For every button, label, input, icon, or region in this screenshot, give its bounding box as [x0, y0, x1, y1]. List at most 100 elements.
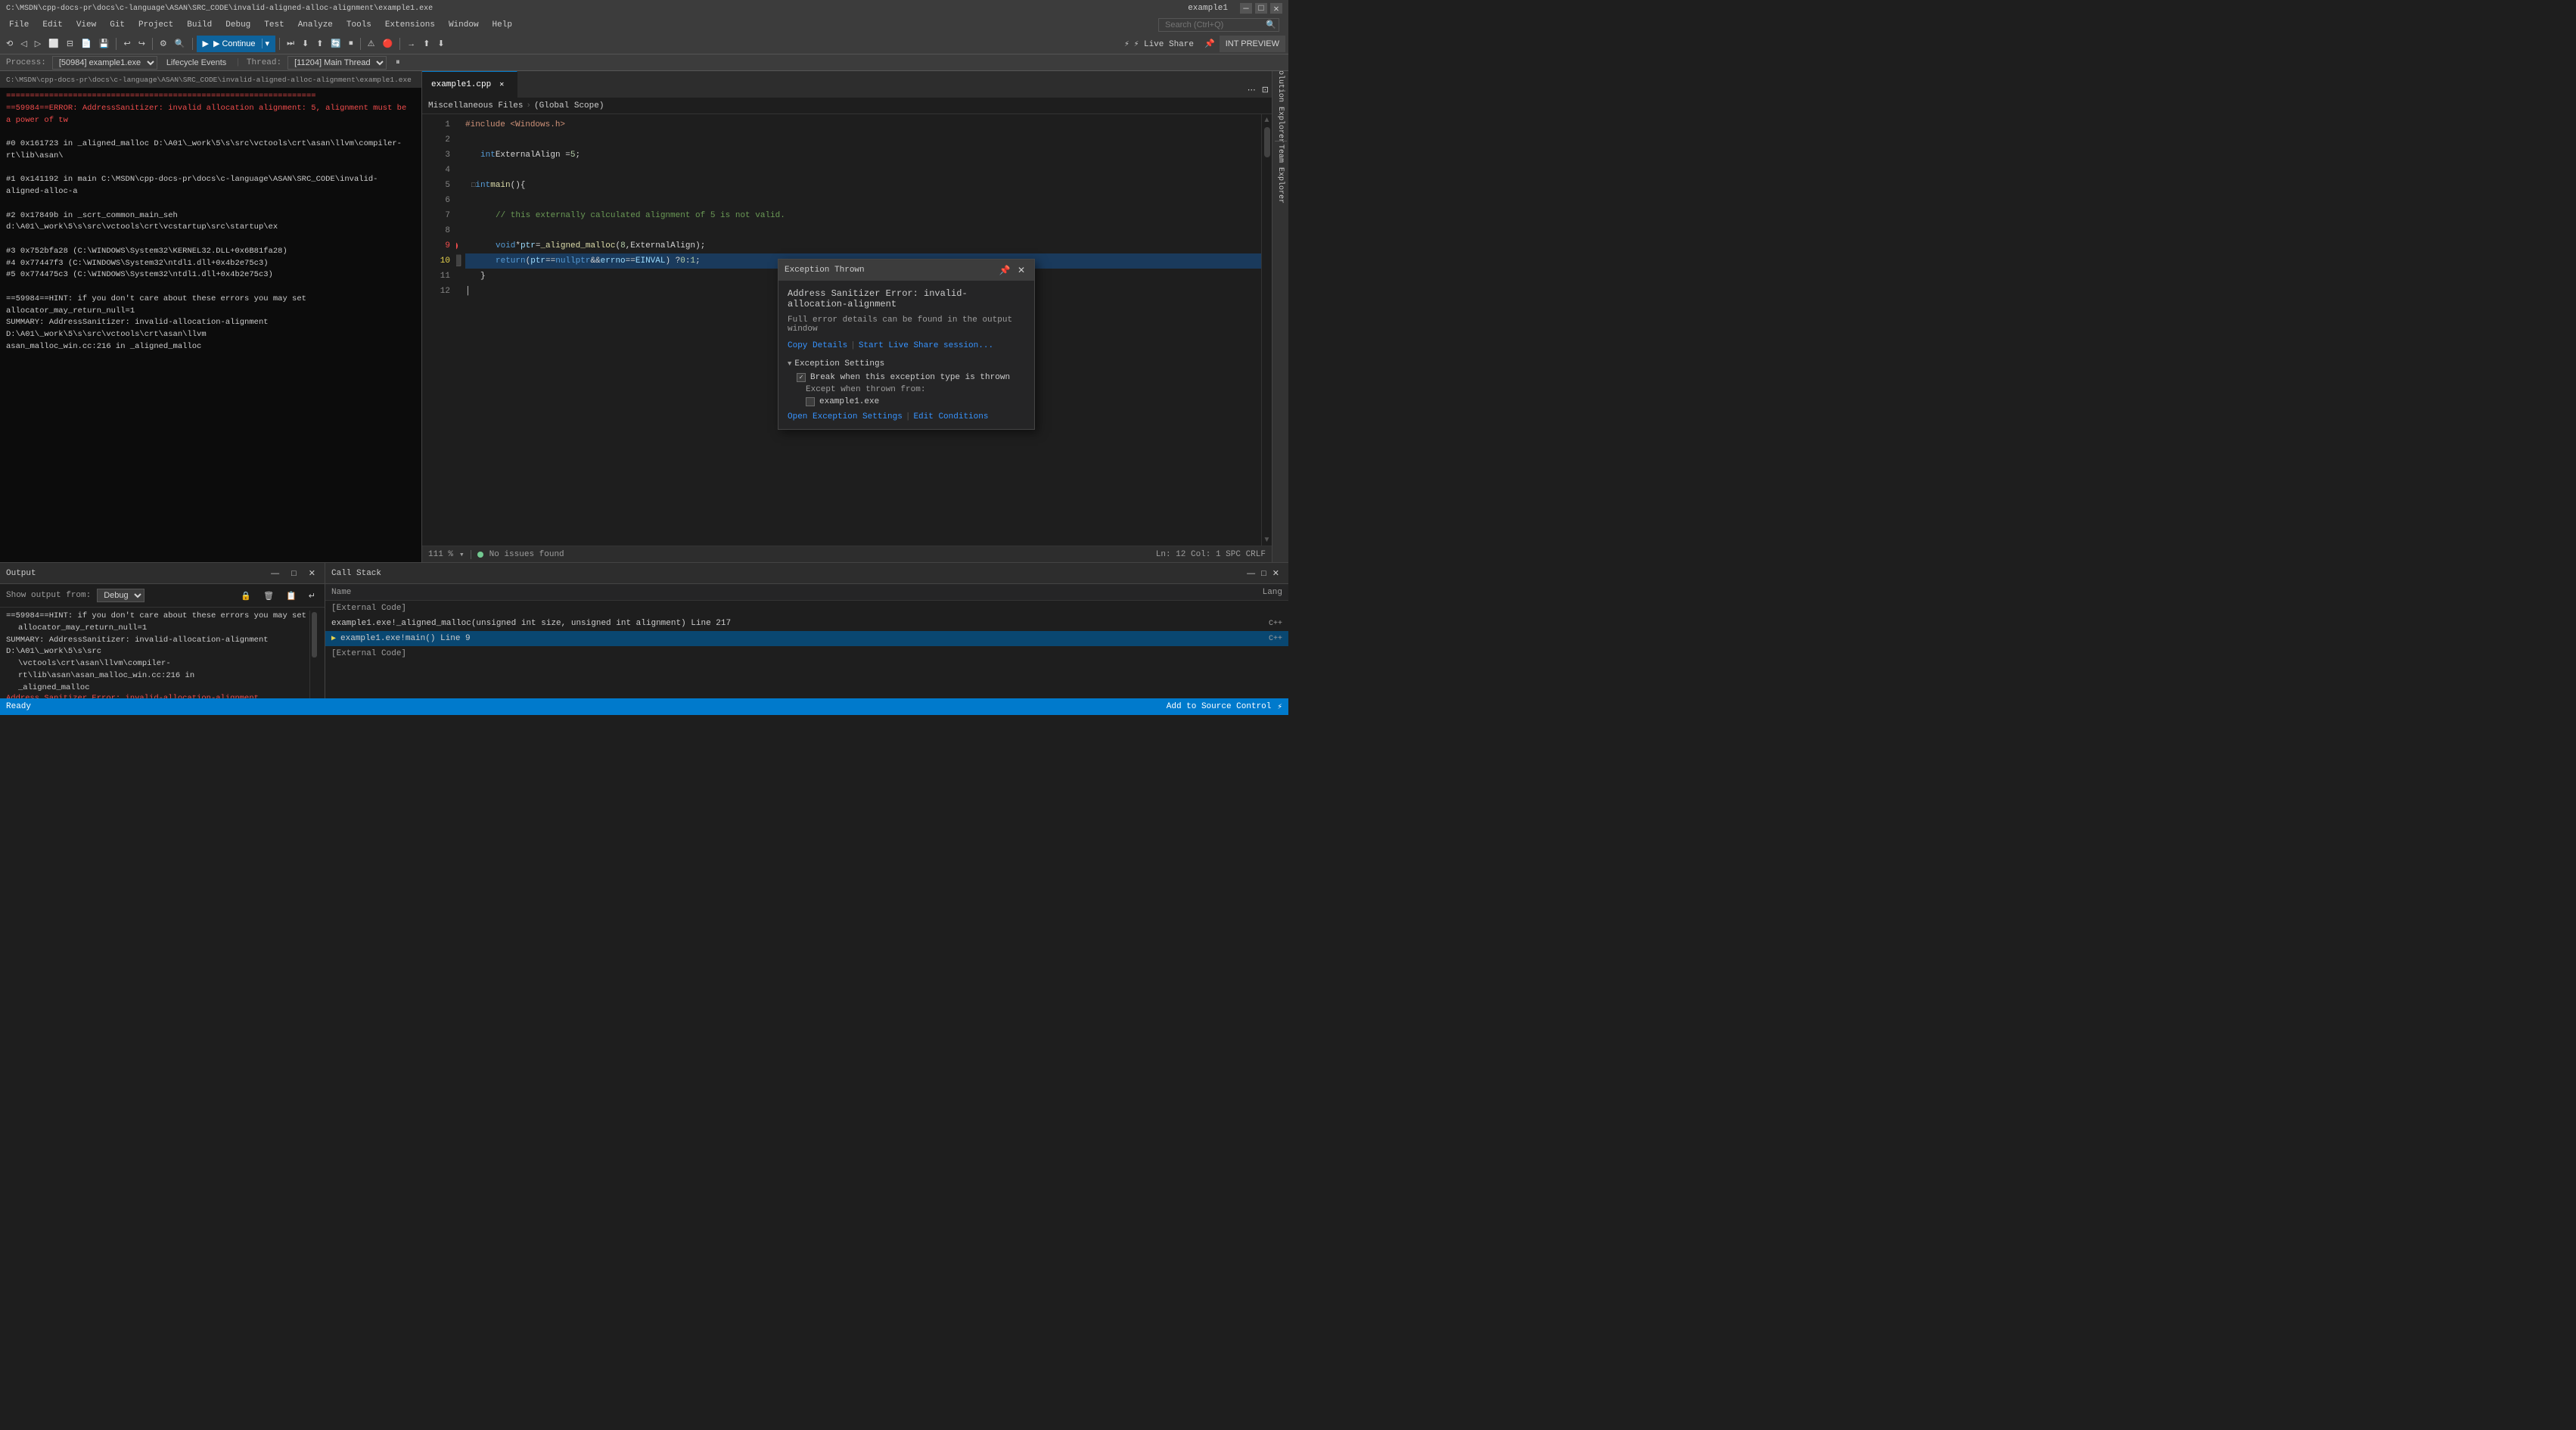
- exception-main-title: Address Sanitizer Error: invalid-allocat…: [788, 288, 1025, 309]
- toolbar-btn-3[interactable]: ▷: [32, 36, 44, 52]
- open-exception-settings-link[interactable]: Open Exception Settings: [788, 412, 903, 421]
- tab-split[interactable]: ⊡: [1259, 81, 1272, 98]
- call-stack-maximize[interactable]: □: [1258, 565, 1269, 582]
- debug-breakpoint[interactable]: 🔴: [379, 36, 396, 52]
- menu-git[interactable]: Git: [104, 19, 131, 31]
- call-stack-close[interactable]: ✕: [1269, 565, 1282, 582]
- call-stack-minimize[interactable]: —: [1244, 565, 1258, 582]
- output-word-wrap[interactable]: ↵: [306, 587, 319, 604]
- debug-exception[interactable]: ⚠: [365, 36, 378, 52]
- toolbar-redo[interactable]: ↪: [135, 36, 148, 52]
- breadcrumb-file[interactable]: Miscellaneous Files: [428, 101, 523, 110]
- output-scrollbar[interactable]: [309, 611, 319, 698]
- example-exe-checkbox[interactable]: [806, 397, 815, 406]
- toolbar-btn-7[interactable]: 💾: [96, 36, 113, 52]
- menu-debug[interactable]: Debug: [219, 19, 256, 31]
- breadcrumb: Miscellaneous Files › (Global Scope): [422, 98, 1272, 114]
- debug-step-out[interactable]: ⬆: [313, 36, 326, 52]
- continue-dropdown-icon[interactable]: ▾: [262, 39, 270, 48]
- term-line-15: asan_malloc_win.cc:216 in _aligned_mallo…: [6, 341, 415, 353]
- debug-extra-1[interactable]: →: [404, 36, 418, 52]
- copy-details-link[interactable]: Copy Details: [788, 341, 847, 350]
- menu-extensions[interactable]: Extensions: [379, 19, 441, 31]
- output-close[interactable]: ✕: [306, 565, 319, 582]
- toolbar-extra-1[interactable]: ⚙: [157, 36, 170, 52]
- output-content[interactable]: ==59984==HINT: if you don't care about t…: [0, 608, 325, 698]
- editor-scrollbar[interactable]: ▲ ▼: [1261, 114, 1272, 546]
- menu-window[interactable]: Window: [443, 19, 485, 31]
- cs-item-main[interactable]: ▶ example1.exe!main() Line 9 C++: [325, 631, 1288, 646]
- cs-item-external-1[interactable]: [External Code]: [325, 601, 1288, 616]
- menu-analyze[interactable]: Analyze: [292, 19, 339, 31]
- toolbar-undo[interactable]: ↩: [120, 36, 133, 52]
- menu-file[interactable]: File: [3, 19, 35, 31]
- maximize-button[interactable]: □: [1255, 3, 1267, 14]
- current-line-arrow: ⬛: [456, 254, 461, 269]
- start-live-share-link[interactable]: Start Live Share session...: [859, 341, 993, 350]
- cs-item-external-2[interactable]: [External Code]: [325, 646, 1288, 661]
- toolbar-btn-6[interactable]: 📄: [78, 36, 95, 52]
- menu-help[interactable]: Help: [486, 19, 518, 31]
- terminal-content[interactable]: ========================================…: [0, 88, 421, 562]
- editor-tab-active[interactable]: example1.cpp ✕: [422, 71, 517, 98]
- lifecycle-events-button[interactable]: Lifecycle Events: [163, 54, 229, 71]
- term-line-0: ========================================…: [6, 91, 415, 103]
- debug-extra-3[interactable]: ⬇: [434, 36, 447, 52]
- toolbar-btn-1[interactable]: ⟲: [3, 36, 16, 52]
- menu-build[interactable]: Build: [181, 19, 218, 31]
- scroll-down-btn[interactable]: ▼: [1263, 536, 1271, 544]
- process-select[interactable]: [50984] example1.exe: [52, 56, 157, 70]
- debug-extra-2[interactable]: ⬆: [420, 36, 433, 52]
- search-input[interactable]: [1158, 18, 1279, 32]
- add-to-source-control[interactable]: Add to Source Control: [1167, 702, 1272, 711]
- debug-step-over[interactable]: ⏭: [284, 36, 297, 52]
- zoom-level[interactable]: 111 %: [428, 550, 453, 559]
- team-explorer-icon[interactable]: Team Explorer: [1273, 148, 1288, 201]
- thread-select[interactable]: [11204] Main Thread: [287, 56, 387, 70]
- toolbar-extra-2[interactable]: 🔍: [172, 36, 188, 52]
- continue-button[interactable]: ▶ ▶ Continue ▾: [197, 36, 276, 52]
- cs-item-aligned[interactable]: example1.exe!_aligned_malloc(unsigned in…: [325, 616, 1288, 631]
- output-clear[interactable]: 🗑: [260, 587, 277, 604]
- exception-pin-button[interactable]: 📌: [998, 263, 1011, 277]
- menu-view[interactable]: View: [70, 19, 102, 31]
- exception-close-button[interactable]: ✕: [1015, 263, 1028, 277]
- live-share-button[interactable]: ⚡ ⚡ Live Share: [1118, 37, 1200, 51]
- debug-stop[interactable]: ⏹: [346, 36, 356, 52]
- toolbar-btn-4[interactable]: ⬜: [45, 36, 62, 52]
- lifecycle-label: Lifecycle Events: [166, 58, 226, 67]
- output-maximize[interactable]: □: [288, 565, 300, 582]
- edit-conditions-link[interactable]: Edit Conditions: [913, 412, 988, 421]
- thread-pause-button[interactable]: ⏸: [393, 54, 403, 71]
- code-line-1: #include <Windows.h>: [465, 117, 1261, 132]
- int-preview-button[interactable]: INT PREVIEW: [1220, 36, 1285, 52]
- output-minimize[interactable]: —: [268, 565, 282, 582]
- scroll-up-btn[interactable]: ▲: [1263, 116, 1271, 124]
- break-when-checkbox[interactable]: ✓: [797, 373, 806, 382]
- close-button[interactable]: ✕: [1270, 3, 1282, 14]
- exception-title-bar: Exception Thrown 📌 ✕: [778, 260, 1034, 281]
- output-line-1: ==59984==HINT: if you don't care about t…: [6, 611, 309, 623]
- menu-project[interactable]: Project: [132, 19, 179, 31]
- term-line-4: [6, 163, 415, 175]
- output-source-select[interactable]: Debug: [97, 589, 144, 602]
- debug-step-into[interactable]: ⬇: [299, 36, 312, 52]
- menu-edit[interactable]: Edit: [36, 19, 68, 31]
- breadcrumb-scope[interactable]: (Global Scope): [534, 101, 604, 110]
- cs-name-header: Name: [331, 588, 1252, 597]
- call-stack-panel: Call Stack — □ ✕ Name Lang [External Cod…: [325, 563, 1288, 698]
- scroll-thumb[interactable]: [1264, 127, 1270, 157]
- toolbar-btn-2[interactable]: ◁: [17, 36, 30, 52]
- tab-close-button[interactable]: ✕: [496, 79, 508, 91]
- term-line-8: [6, 234, 415, 246]
- toolbar-btn-5[interactable]: ⊟: [64, 36, 76, 52]
- menu-tools[interactable]: Tools: [340, 19, 378, 31]
- toolbar-pin[interactable]: 📌: [1201, 36, 1218, 52]
- output-scroll-lock[interactable]: 🔒: [238, 587, 254, 604]
- output-copy[interactable]: 📋: [283, 587, 300, 604]
- debug-restart[interactable]: 🔄: [328, 36, 344, 52]
- cs-lang-header: Lang: [1252, 588, 1282, 597]
- menu-test[interactable]: Test: [258, 19, 290, 31]
- solution-explorer-icon[interactable]: Solution Explorer: [1273, 74, 1288, 135]
- tab-bar-actions[interactable]: ⋯: [1244, 81, 1259, 98]
